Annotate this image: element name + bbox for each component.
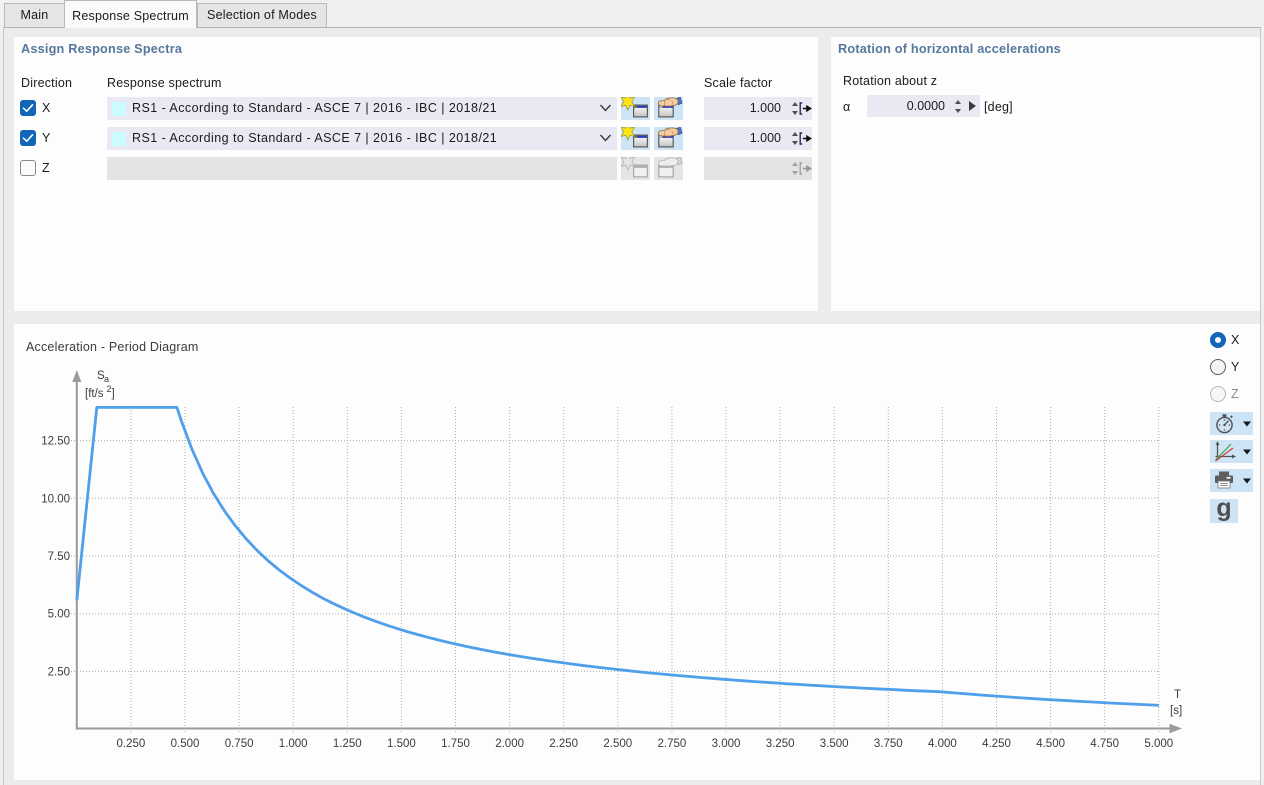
svg-text:4.000: 4.000 <box>928 738 957 750</box>
svg-text:1.250: 1.250 <box>333 738 362 750</box>
svg-text:3.500: 3.500 <box>820 738 849 750</box>
svg-text:5.000: 5.000 <box>1144 738 1173 750</box>
svg-text:4.250: 4.250 <box>982 738 1011 750</box>
svg-text:2.750: 2.750 <box>658 738 687 750</box>
svg-text:0.750: 0.750 <box>225 738 254 750</box>
svg-text:[s]: [s] <box>1170 705 1182 717</box>
svg-text:1.500: 1.500 <box>387 738 416 750</box>
svg-text:a: a <box>104 374 109 384</box>
svg-text:5.00: 5.00 <box>48 609 70 621</box>
svg-text:1.000: 1.000 <box>279 738 308 750</box>
svg-text:2.250: 2.250 <box>549 738 578 750</box>
svg-text:3.750: 3.750 <box>874 738 903 750</box>
svg-text:0.250: 0.250 <box>117 738 146 750</box>
svg-text:12.50: 12.50 <box>41 436 70 448</box>
svg-text:3.250: 3.250 <box>766 738 795 750</box>
svg-text:0.500: 0.500 <box>171 738 200 750</box>
svg-text:4.500: 4.500 <box>1036 738 1065 750</box>
svg-text:1.750: 1.750 <box>441 738 470 750</box>
svg-text:]: ] <box>112 388 115 400</box>
svg-text:4.750: 4.750 <box>1090 738 1119 750</box>
svg-text:2.50: 2.50 <box>48 666 70 678</box>
svg-text:7.50: 7.50 <box>48 551 70 563</box>
svg-text:3.000: 3.000 <box>712 738 741 750</box>
svg-text:T: T <box>1174 689 1181 701</box>
svg-text:2.000: 2.000 <box>495 738 524 750</box>
svg-text:10.00: 10.00 <box>41 493 70 505</box>
svg-text:[ft/s: [ft/s <box>85 388 104 400</box>
svg-text:2.500: 2.500 <box>603 738 632 750</box>
